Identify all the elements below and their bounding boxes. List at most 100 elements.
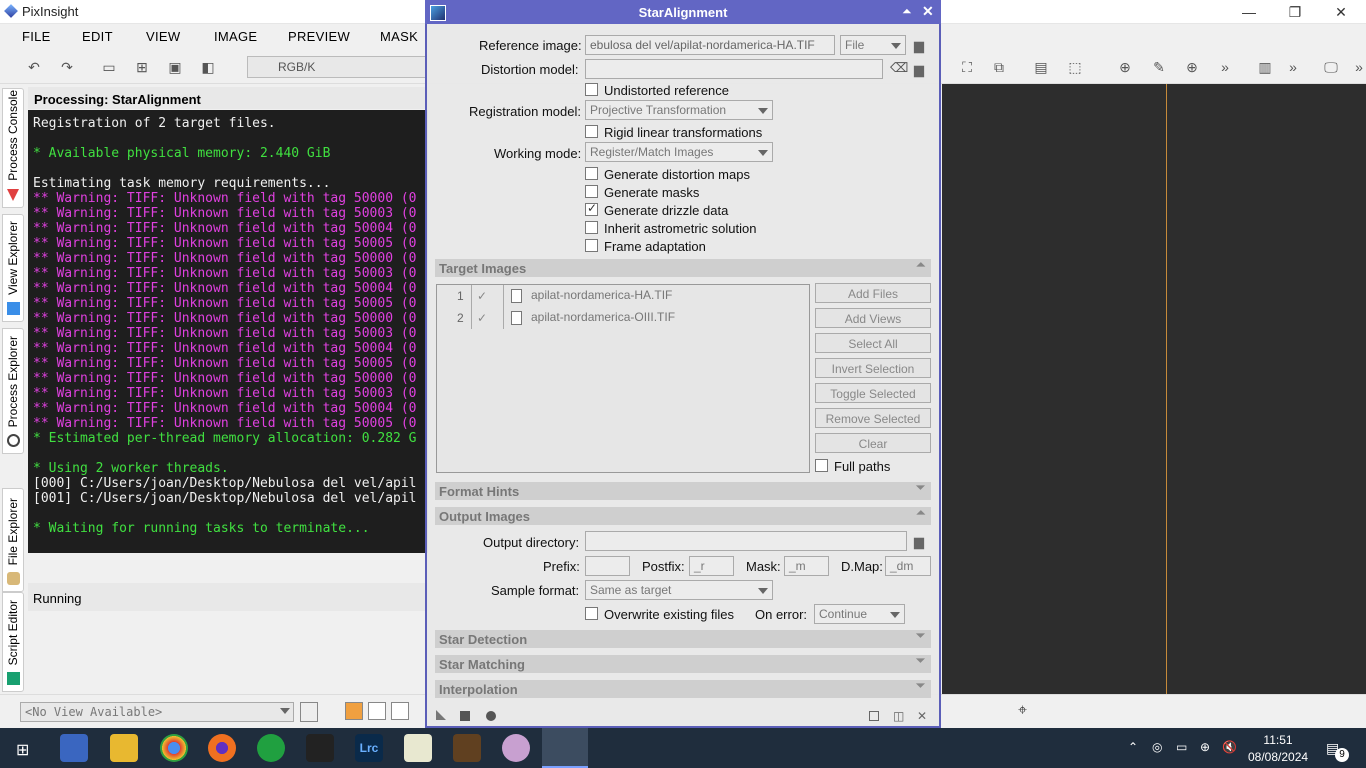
restore-button[interactable]: ❐ <box>1272 2 1318 22</box>
firefox-icon[interactable] <box>208 734 236 762</box>
gen-masks-checkbox[interactable] <box>585 185 598 198</box>
fit-view-icon[interactable]: ⛶ <box>958 58 976 76</box>
shade-icon[interactable]: ⏶ <box>902 4 912 19</box>
overwrite-checkbox[interactable] <box>585 607 598 620</box>
tab-process-explorer[interactable]: Process Explorer <box>2 328 24 454</box>
invert-selection-button[interactable]: Invert Selection <box>815 358 931 378</box>
target-file-name[interactable]: apilat-nordamerica-OIII.TIF <box>531 310 675 324</box>
astro-app-icon[interactable] <box>453 734 481 762</box>
app-curve-icon[interactable] <box>306 734 334 762</box>
reference-image-input[interactable]: ebulosa del vel/apilat-nordamerica-HA.TI… <box>585 35 835 55</box>
tab-script-editor[interactable]: Script Editor <box>2 592 24 692</box>
reference-mode-combo[interactable]: File <box>840 35 906 55</box>
output-directory-input[interactable] <box>585 531 907 551</box>
undo-icon[interactable]: ↶ <box>25 58 43 76</box>
tray-volume-icon[interactable]: 🔇 <box>1222 740 1237 754</box>
tab-file-explorer[interactable]: File Explorer <box>2 488 24 592</box>
inherit-checkbox[interactable] <box>585 221 598 234</box>
tray-network-icon[interactable]: ⊕ <box>1200 740 1210 754</box>
mask-input[interactable]: _m <box>784 556 829 576</box>
pixinsight-task-icon[interactable] <box>542 728 588 768</box>
mask-edit-icon[interactable]: ✎ <box>1150 58 1168 76</box>
file-explorer-icon[interactable] <box>110 734 138 762</box>
section-interpolation[interactable]: Interpolation ⏷ <box>435 680 931 698</box>
full-paths-checkbox[interactable] <box>815 459 828 472</box>
clear-icon[interactable]: ⌫ <box>890 60 908 76</box>
view-selector-combo[interactable]: <No View Available> <box>20 702 294 722</box>
tray-clock[interactable]: 11:51 08/08/2024 <box>1248 732 1308 766</box>
rigid-checkbox[interactable] <box>585 125 598 138</box>
dialog-close-icon[interactable]: ✕ <box>922 3 934 20</box>
distortion-model-input[interactable] <box>585 59 883 79</box>
section-format-hints[interactable]: Format Hints ⏷ <box>435 482 931 500</box>
registration-model-combo[interactable]: Projective Transformation <box>585 100 773 120</box>
target-images-list[interactable]: 1 ✓ apilat-nordamerica-HA.TIF 2 ✓ apilat… <box>436 284 810 473</box>
image-workspace[interactable] <box>942 84 1366 694</box>
sample-format-combo[interactable]: Same as target <box>585 580 773 600</box>
add-files-button[interactable]: Add Files <box>815 283 931 303</box>
frame-adapt-checkbox[interactable] <box>585 239 598 252</box>
redo-icon[interactable]: ↷ <box>58 58 76 76</box>
gen-maps-checkbox[interactable] <box>585 167 598 180</box>
chrome-icon[interactable] <box>160 734 188 762</box>
duplicate-icon[interactable]: ▣ <box>166 58 184 76</box>
folder-icon[interactable]: ▆ <box>914 62 924 78</box>
working-mode-combo[interactable]: Register/Match Images <box>585 142 773 162</box>
target-file-name[interactable]: apilat-nordamerica-HA.TIF <box>531 288 672 302</box>
tray-battery-icon[interactable]: ▭ <box>1176 740 1187 754</box>
mask-add-icon[interactable]: ⊕ <box>1116 58 1134 76</box>
lightroom-icon[interactable]: Lrc <box>355 734 383 762</box>
menu-preview[interactable]: PREVIEW <box>288 29 350 44</box>
apply-icon[interactable] <box>486 711 496 721</box>
toggle-selected-button[interactable]: Toggle Selected <box>815 383 931 403</box>
app-green-icon[interactable] <box>257 734 285 762</box>
tab-view-explorer[interactable]: View Explorer <box>2 214 24 322</box>
image-tool-icon[interactable]: ▭ <box>100 58 118 76</box>
menu-view[interactable]: VIEW <box>146 29 180 44</box>
undistorted-checkbox[interactable] <box>585 83 598 96</box>
more3-icon[interactable]: » <box>1350 58 1366 76</box>
more2-icon[interactable]: » <box>1284 58 1302 76</box>
colorspace-combo[interactable]: RGB/K <box>247 56 427 78</box>
prefix-input[interactable] <box>585 556 630 576</box>
postfix-input[interactable]: _r <box>689 556 734 576</box>
folder-icon[interactable]: ▆ <box>914 38 924 54</box>
minimize-button[interactable]: — <box>1226 2 1272 22</box>
check-icon[interactable]: ✓ <box>477 289 487 303</box>
apply-global-icon[interactable] <box>460 711 470 721</box>
chart-app-icon[interactable] <box>404 734 432 762</box>
swatch-white-1[interactable] <box>368 702 386 720</box>
zoom-view-icon[interactable]: ⧉ <box>990 58 1008 76</box>
select-all-button[interactable]: Select All <box>815 333 931 353</box>
swatch-white-2[interactable] <box>391 702 409 720</box>
section-star-detection[interactable]: Star Detection ⏷ <box>435 630 931 648</box>
reset-icon[interactable]: ✕ <box>917 709 927 723</box>
dmap-input[interactable]: _dm <box>885 556 931 576</box>
menu-image[interactable]: IMAGE <box>214 29 257 44</box>
add-views-button[interactable]: Add Views <box>815 308 931 328</box>
network-app-icon[interactable] <box>60 734 88 762</box>
layout-icon[interactable]: ▥ <box>1256 58 1274 76</box>
extract-icon[interactable]: ◧ <box>199 58 217 76</box>
menu-file[interactable]: FILE <box>22 29 51 44</box>
paint-icon[interactable] <box>502 734 530 762</box>
section-output-images[interactable]: Output Images ⏶ <box>435 507 931 525</box>
view-button[interactable] <box>300 702 318 722</box>
clear-button[interactable]: Clear <box>815 433 931 453</box>
folder-icon[interactable]: ▆ <box>914 534 924 550</box>
mask-new-icon[interactable]: ⊕ <box>1183 58 1201 76</box>
monitor-icon[interactable]: 🖵 <box>1322 58 1340 76</box>
close-button[interactable]: ✕ <box>1318 2 1364 22</box>
menu-edit[interactable]: EDIT <box>82 29 113 44</box>
new-image-icon[interactable]: ⊞ <box>133 58 151 76</box>
menu-mask[interactable]: MASK <box>380 29 418 44</box>
browse-doc-icon[interactable] <box>869 711 879 721</box>
process-console-output[interactable]: Registration of 2 target files. * Availab… <box>28 110 428 553</box>
crop-icon[interactable]: ⬚ <box>1066 58 1084 76</box>
edit-icon[interactable]: ◫ <box>893 709 904 723</box>
section-star-matching[interactable]: Star Matching ⏷ <box>435 655 931 673</box>
section-target-images[interactable]: Target Images ⏶ <box>435 259 931 277</box>
gen-drizzle-checkbox[interactable] <box>585 201 598 216</box>
check-icon[interactable]: ✓ <box>477 311 487 325</box>
remove-selected-button[interactable]: Remove Selected <box>815 408 931 428</box>
